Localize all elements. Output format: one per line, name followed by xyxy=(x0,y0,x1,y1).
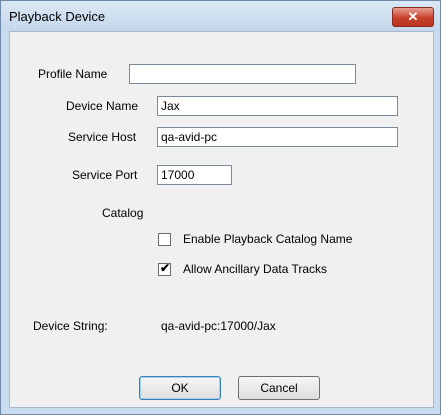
service-port-label: Service Port xyxy=(72,168,138,182)
catalog-heading: Catalog xyxy=(102,206,144,220)
enable-playback-catalog-name-label: Enable Playback Catalog Name xyxy=(183,232,353,246)
allow-ancillary-data-tracks-checkbox[interactable]: ✔ xyxy=(158,261,171,276)
device-name-input[interactable] xyxy=(157,96,398,116)
checkmark-icon: ✔ xyxy=(160,261,171,275)
ok-button[interactable]: OK xyxy=(139,376,221,400)
device-string-value: qa-avid-pc:17000/Jax xyxy=(161,319,276,333)
service-port-input[interactable] xyxy=(157,165,232,185)
device-name-label: Device Name xyxy=(66,99,139,113)
service-host-input[interactable] xyxy=(157,127,398,147)
device-string-label: Device String: xyxy=(33,319,108,333)
dialog-window: Playback Device ✕ Profile Name Device Na… xyxy=(0,0,441,415)
profile-name-input[interactable] xyxy=(129,64,356,84)
enable-playback-catalog-name-checkbox[interactable] xyxy=(158,233,171,246)
service-host-label: Service Host xyxy=(68,130,137,144)
profile-name-label: Profile Name xyxy=(38,67,108,81)
dialog-content: Profile Name Device Name Service Host Se… xyxy=(9,31,434,408)
window-title: Playback Device xyxy=(9,9,106,24)
cancel-button[interactable]: Cancel xyxy=(238,376,320,400)
close-button[interactable]: ✕ xyxy=(392,7,434,27)
title-bar: Playback Device ✕ xyxy=(1,1,440,31)
close-icon: ✕ xyxy=(407,9,419,24)
allow-ancillary-data-tracks-label: Allow Ancillary Data Tracks xyxy=(183,262,328,276)
